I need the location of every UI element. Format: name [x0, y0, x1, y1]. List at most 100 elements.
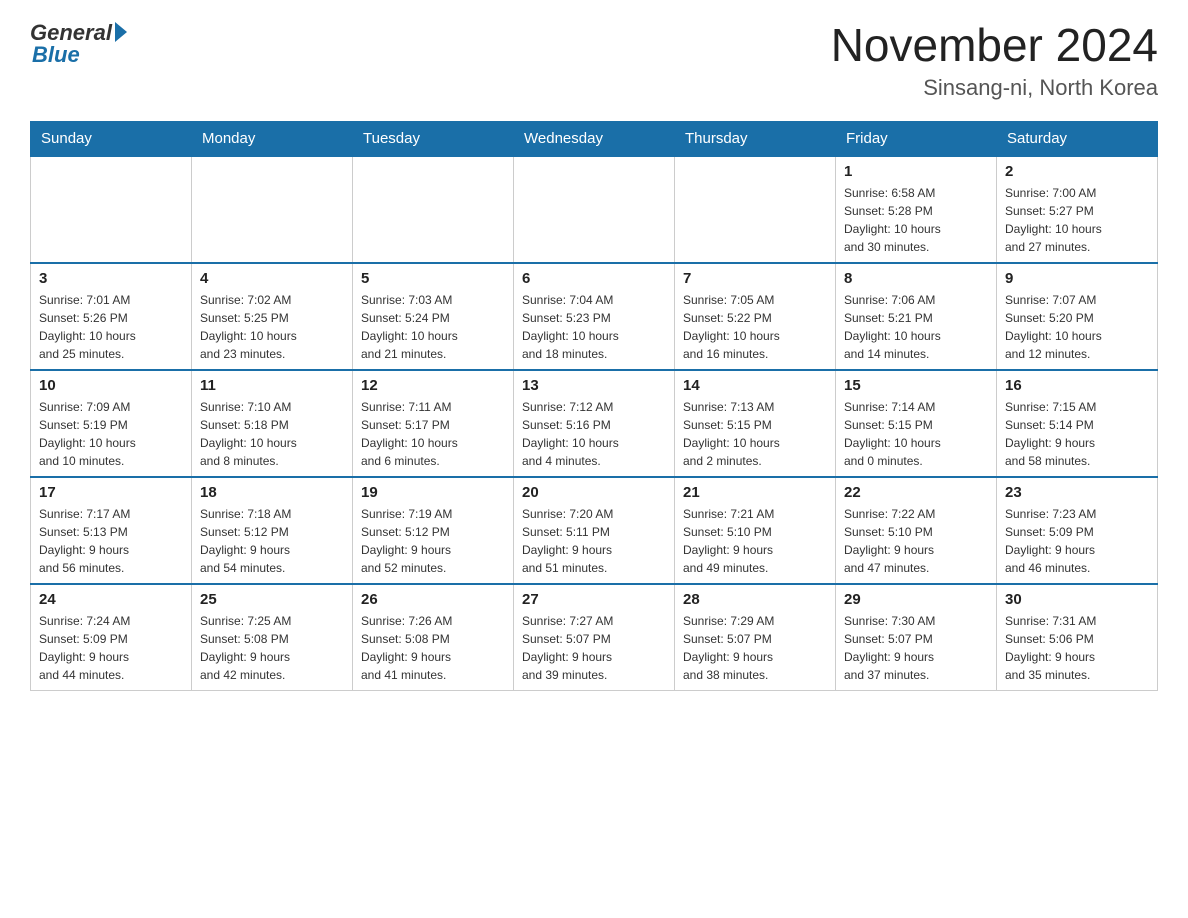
calendar-table: SundayMondayTuesdayWednesdayThursdayFrid… [30, 121, 1158, 691]
calendar-week-row: 3 Sunrise: 7:01 AM Sunset: 5:26 PM Daylig… [31, 263, 1158, 370]
day-info: Sunrise: 7:02 AM Sunset: 5:25 PM Dayligh… [200, 291, 344, 363]
calendar-cell: 28 Sunrise: 7:29 AM Sunset: 5:07 PM Dayli… [675, 584, 836, 691]
day-info: Sunrise: 7:03 AM Sunset: 5:24 PM Dayligh… [361, 291, 505, 363]
calendar-cell [514, 156, 675, 263]
weekday-header-saturday: Saturday [997, 121, 1158, 156]
calendar-cell: 12 Sunrise: 7:11 AM Sunset: 5:17 PM Dayli… [353, 370, 514, 477]
day-number: 10 [39, 377, 183, 394]
calendar-cell [353, 156, 514, 263]
title-section: November 2024 Sinsang-ni, North Korea [831, 20, 1158, 101]
calendar-cell: 7 Sunrise: 7:05 AM Sunset: 5:22 PM Daylig… [675, 263, 836, 370]
calendar-cell: 23 Sunrise: 7:23 AM Sunset: 5:09 PM Dayli… [997, 477, 1158, 584]
calendar-cell: 9 Sunrise: 7:07 AM Sunset: 5:20 PM Daylig… [997, 263, 1158, 370]
calendar-cell: 26 Sunrise: 7:26 AM Sunset: 5:08 PM Dayli… [353, 584, 514, 691]
page-header: General Blue November 2024 Sinsang-ni, N… [30, 20, 1158, 101]
calendar-cell: 17Sunrise: 7:17 AM Sunset: 5:13 PM Dayli… [31, 477, 192, 584]
calendar-cell: 15Sunrise: 7:14 AM Sunset: 5:15 PM Dayli… [836, 370, 997, 477]
calendar-cell [192, 156, 353, 263]
calendar-week-row: 17Sunrise: 7:17 AM Sunset: 5:13 PM Dayli… [31, 477, 1158, 584]
calendar-cell: 14 Sunrise: 7:13 AM Sunset: 5:15 PM Dayli… [675, 370, 836, 477]
day-info: Sunrise: 7:25 AM Sunset: 5:08 PM Dayligh… [200, 612, 344, 684]
day-number: 21 [683, 484, 827, 501]
day-number: 8 [844, 270, 988, 287]
day-info: Sunrise: 7:09 AM Sunset: 5:19 PM Dayligh… [39, 398, 183, 470]
calendar-cell [675, 156, 836, 263]
day-info: Sunrise: 7:22 AM Sunset: 5:10 PM Dayligh… [844, 505, 988, 577]
day-info: Sunrise: 7:31 AM Sunset: 5:06 PM Dayligh… [1005, 612, 1149, 684]
day-number: 30 [1005, 591, 1149, 608]
day-number: 27 [522, 591, 666, 608]
day-info: Sunrise: 7:30 AM Sunset: 5:07 PM Dayligh… [844, 612, 988, 684]
calendar-cell: 30 Sunrise: 7:31 AM Sunset: 5:06 PM Dayli… [997, 584, 1158, 691]
calendar-cell: 3 Sunrise: 7:01 AM Sunset: 5:26 PM Daylig… [31, 263, 192, 370]
day-info: Sunrise: 7:27 AM Sunset: 5:07 PM Dayligh… [522, 612, 666, 684]
day-info: Sunrise: 7:11 AM Sunset: 5:17 PM Dayligh… [361, 398, 505, 470]
day-info: Sunrise: 7:26 AM Sunset: 5:08 PM Dayligh… [361, 612, 505, 684]
weekday-header-monday: Monday [192, 121, 353, 156]
calendar-cell: 4 Sunrise: 7:02 AM Sunset: 5:25 PM Daylig… [192, 263, 353, 370]
day-number: 9 [1005, 270, 1149, 287]
day-info: Sunrise: 7:29 AM Sunset: 5:07 PM Dayligh… [683, 612, 827, 684]
weekday-header-row: SundayMondayTuesdayWednesdayThursdayFrid… [31, 121, 1158, 156]
location-subtitle: Sinsang-ni, North Korea [831, 75, 1158, 101]
day-info: Sunrise: 7:05 AM Sunset: 5:22 PM Dayligh… [683, 291, 827, 363]
day-number: 15 [844, 377, 988, 394]
day-info: Sunrise: 7:20 AM Sunset: 5:11 PM Dayligh… [522, 505, 666, 577]
weekday-header-sunday: Sunday [31, 121, 192, 156]
weekday-header-thursday: Thursday [675, 121, 836, 156]
calendar-cell: 10 Sunrise: 7:09 AM Sunset: 5:19 PM Dayli… [31, 370, 192, 477]
day-number: 13 [522, 377, 666, 394]
calendar-cell: 20Sunrise: 7:20 AM Sunset: 5:11 PM Dayli… [514, 477, 675, 584]
day-number: 14 [683, 377, 827, 394]
calendar-cell [31, 156, 192, 263]
day-number: 4 [200, 270, 344, 287]
calendar-cell: 11 Sunrise: 7:10 AM Sunset: 5:18 PM Dayli… [192, 370, 353, 477]
day-number: 12 [361, 377, 505, 394]
day-number: 29 [844, 591, 988, 608]
calendar-cell: 19Sunrise: 7:19 AM Sunset: 5:12 PM Dayli… [353, 477, 514, 584]
calendar-cell: 8Sunrise: 7:06 AM Sunset: 5:21 PM Daylig… [836, 263, 997, 370]
calendar-cell: 18 Sunrise: 7:18 AM Sunset: 5:12 PM Dayli… [192, 477, 353, 584]
logo-arrow-icon [115, 22, 127, 42]
day-number: 23 [1005, 484, 1149, 501]
calendar-cell: 13 Sunrise: 7:12 AM Sunset: 5:16 PM Dayli… [514, 370, 675, 477]
day-number: 3 [39, 270, 183, 287]
calendar-cell: 5 Sunrise: 7:03 AM Sunset: 5:24 PM Daylig… [353, 263, 514, 370]
day-number: 17 [39, 484, 183, 501]
calendar-cell: 25 Sunrise: 7:25 AM Sunset: 5:08 PM Dayli… [192, 584, 353, 691]
calendar-cell: 24Sunrise: 7:24 AM Sunset: 5:09 PM Dayli… [31, 584, 192, 691]
day-number: 18 [200, 484, 344, 501]
calendar-cell: 29 Sunrise: 7:30 AM Sunset: 5:07 PM Dayli… [836, 584, 997, 691]
day-info: Sunrise: 7:15 AM Sunset: 5:14 PM Dayligh… [1005, 398, 1149, 470]
day-number: 5 [361, 270, 505, 287]
calendar-cell: 6Sunrise: 7:04 AM Sunset: 5:23 PM Daylig… [514, 263, 675, 370]
day-info: Sunrise: 7:18 AM Sunset: 5:12 PM Dayligh… [200, 505, 344, 577]
day-info: Sunrise: 7:00 AM Sunset: 5:27 PM Dayligh… [1005, 184, 1149, 256]
calendar-cell: 22 Sunrise: 7:22 AM Sunset: 5:10 PM Dayli… [836, 477, 997, 584]
day-info: Sunrise: 7:10 AM Sunset: 5:18 PM Dayligh… [200, 398, 344, 470]
day-number: 2 [1005, 163, 1149, 180]
day-number: 7 [683, 270, 827, 287]
day-number: 25 [200, 591, 344, 608]
calendar-cell: 16Sunrise: 7:15 AM Sunset: 5:14 PM Dayli… [997, 370, 1158, 477]
day-number: 24 [39, 591, 183, 608]
month-year-title: November 2024 [831, 20, 1158, 71]
day-number: 6 [522, 270, 666, 287]
day-info: Sunrise: 7:21 AM Sunset: 5:10 PM Dayligh… [683, 505, 827, 577]
weekday-header-wednesday: Wednesday [514, 121, 675, 156]
calendar-week-row: 24Sunrise: 7:24 AM Sunset: 5:09 PM Dayli… [31, 584, 1158, 691]
calendar-week-row: 10 Sunrise: 7:09 AM Sunset: 5:19 PM Dayli… [31, 370, 1158, 477]
day-number: 28 [683, 591, 827, 608]
day-info: Sunrise: 7:07 AM Sunset: 5:20 PM Dayligh… [1005, 291, 1149, 363]
day-number: 22 [844, 484, 988, 501]
day-number: 11 [200, 377, 344, 394]
day-number: 26 [361, 591, 505, 608]
day-info: Sunrise: 7:23 AM Sunset: 5:09 PM Dayligh… [1005, 505, 1149, 577]
day-number: 19 [361, 484, 505, 501]
calendar-cell: 21 Sunrise: 7:21 AM Sunset: 5:10 PM Dayli… [675, 477, 836, 584]
weekday-header-friday: Friday [836, 121, 997, 156]
day-info: Sunrise: 7:01 AM Sunset: 5:26 PM Dayligh… [39, 291, 183, 363]
day-info: Sunrise: 7:12 AM Sunset: 5:16 PM Dayligh… [522, 398, 666, 470]
logo: General Blue [30, 20, 127, 68]
day-info: Sunrise: 7:13 AM Sunset: 5:15 PM Dayligh… [683, 398, 827, 470]
